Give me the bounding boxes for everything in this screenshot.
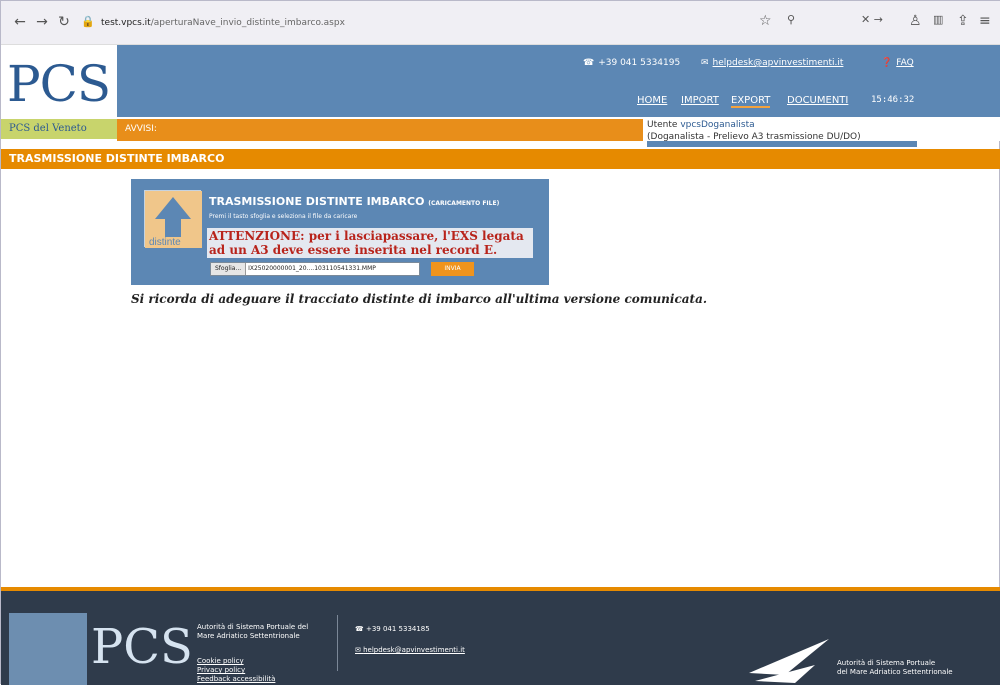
footer-org: Autorità di Sistema Portuale del Mare Ad… <box>197 623 308 641</box>
footer-logo: PCS <box>9 613 193 685</box>
footer-separator <box>337 615 338 671</box>
footer-auth-line1: Autorità di Sistema Portuale <box>837 659 936 667</box>
share-icon[interactable]: ⇪ <box>957 13 969 29</box>
footer-phone-text: +39 041 5334185 <box>365 625 430 633</box>
panel-hint: Premi il tasto sfoglia e seleziona il fi… <box>209 213 358 220</box>
mail-icon: ✉ <box>701 58 709 68</box>
page-title: TRASMISSIONE DISTINTE IMBARCO <box>1 149 1000 169</box>
browser-toolbar: ← → ↻ 🔒 test.vpcs.it/aperturaNave_invio_… <box>1 1 1000 45</box>
footer-logo-text: PCS <box>91 619 193 675</box>
footer-links: Cookie policy Privacy policy Feedback ac… <box>197 657 275 684</box>
header-phone: ☎ +39 041 5334195 <box>583 58 680 68</box>
extensions-icon[interactable]: ✕ → <box>861 13 883 26</box>
cookie-policy-link[interactable]: Cookie policy <box>197 657 275 666</box>
panel-title-text: TRASMISSIONE DISTINTE IMBARCO <box>209 195 425 208</box>
warning-message: ATTENZIONE: per i lasciapassare, l'EXS l… <box>207 228 533 258</box>
user-label: Utente <box>647 120 678 130</box>
logo-subtitle: PCS del Veneto <box>1 119 117 139</box>
footer-email[interactable]: ✉ helpdesk@apvinvestimenti.it <box>355 646 465 654</box>
browser-window: ← → ↻ 🔒 test.vpcs.it/aperturaNave_invio_… <box>0 0 1000 685</box>
bookmark-icon[interactable]: ☆ <box>759 13 772 29</box>
zoom-icon[interactable]: ⚲ <box>787 13 795 26</box>
help-icon: ❓ <box>881 58 893 68</box>
footer-mail-icon: ✉ <box>355 646 364 654</box>
site-header <box>1 45 1000 117</box>
ship-logo-icon <box>749 639 829 683</box>
distinte-icon-label: distinte <box>149 237 181 248</box>
header-email-text: helpdesk@apvinvestimenti.it <box>712 58 844 68</box>
panel-title: TRASMISSIONE DISTINTE IMBARCO (CARICAMEN… <box>209 195 499 208</box>
panel-title-suffix: (CARICAMENTO FILE) <box>428 200 500 207</box>
footer-phone: ☎ +39 041 5334185 <box>355 625 430 633</box>
url-bar[interactable]: test.vpcs.it/aperturaNave_invio_distinte… <box>101 12 581 34</box>
back-icon[interactable]: ← <box>11 13 29 31</box>
account-icon[interactable]: ♙ <box>909 13 922 29</box>
reminder-text: Si ricorda di adeguare il tracciato dist… <box>131 292 708 306</box>
avvisi-box <box>117 119 643 141</box>
footer-logo-mark <box>9 613 87 685</box>
menu-import[interactable]: IMPORT <box>681 95 719 106</box>
privacy-policy-link[interactable]: Privacy policy <box>197 666 275 675</box>
menu-icon[interactable]: ≡ <box>979 13 991 29</box>
forward-icon[interactable]: → <box>33 13 51 31</box>
footer-org-line1: Autorità di Sistema Portuale del <box>197 623 309 631</box>
url-path: /aperturaNave_invio_distinte_imbarco.asp… <box>150 18 345 28</box>
distinte-icon: distinte <box>144 190 202 248</box>
file-input[interactable]: Sfoglia... IX25020000001_20....103110541… <box>210 262 420 276</box>
menu-export[interactable]: EXPORT <box>731 95 771 108</box>
file-value: IX25020000001_20....103110541331.MMP <box>248 265 376 272</box>
header-phone-text: +39 041 5334195 <box>598 58 681 68</box>
menu-documenti[interactable]: DOCUMENTI <box>787 95 848 106</box>
faq-link[interactable]: ❓ FAQ <box>881 58 914 68</box>
footer-email-text: helpdesk@apvinvestimenti.it <box>363 646 465 654</box>
user-info: Utente vpcsDoganalista (Doganalista - Pr… <box>647 119 861 143</box>
sidebar-icon[interactable]: ▥ <box>933 13 943 26</box>
faq-label: FAQ <box>896 58 914 68</box>
phone-icon: ☎ <box>583 58 595 68</box>
browse-button[interactable]: Sfoglia... <box>211 263 247 275</box>
invia-button[interactable]: INVIA <box>431 262 474 276</box>
feedback-link[interactable]: Feedback accessibilità <box>197 675 275 684</box>
footer-auth-line2: del Mare Adriatico Settentrionale <box>837 668 953 676</box>
user-name: vpcsDoganalista <box>680 120 755 130</box>
lock-icon: 🔒 <box>81 15 95 28</box>
footer-phone-icon: ☎ <box>355 625 366 633</box>
logo-text: PCS <box>7 55 111 113</box>
avvisi-label: AVVISI: <box>125 124 157 134</box>
pcs-logo[interactable]: PCS <box>1 45 117 119</box>
footer-org-line2: Mare Adriatico Settentrionale <box>197 632 300 640</box>
reload-icon[interactable]: ↻ <box>55 13 73 31</box>
user-bar <box>647 141 917 147</box>
footer-authority: Autorità di Sistema Portuale del Mare Ad… <box>837 659 953 677</box>
menu-home[interactable]: HOME <box>637 95 667 106</box>
clock: 15:46:32 <box>871 95 915 105</box>
header-email[interactable]: ✉ helpdesk@apvinvestimenti.it <box>701 58 843 68</box>
url-domain: test.vpcs.it <box>101 18 151 28</box>
